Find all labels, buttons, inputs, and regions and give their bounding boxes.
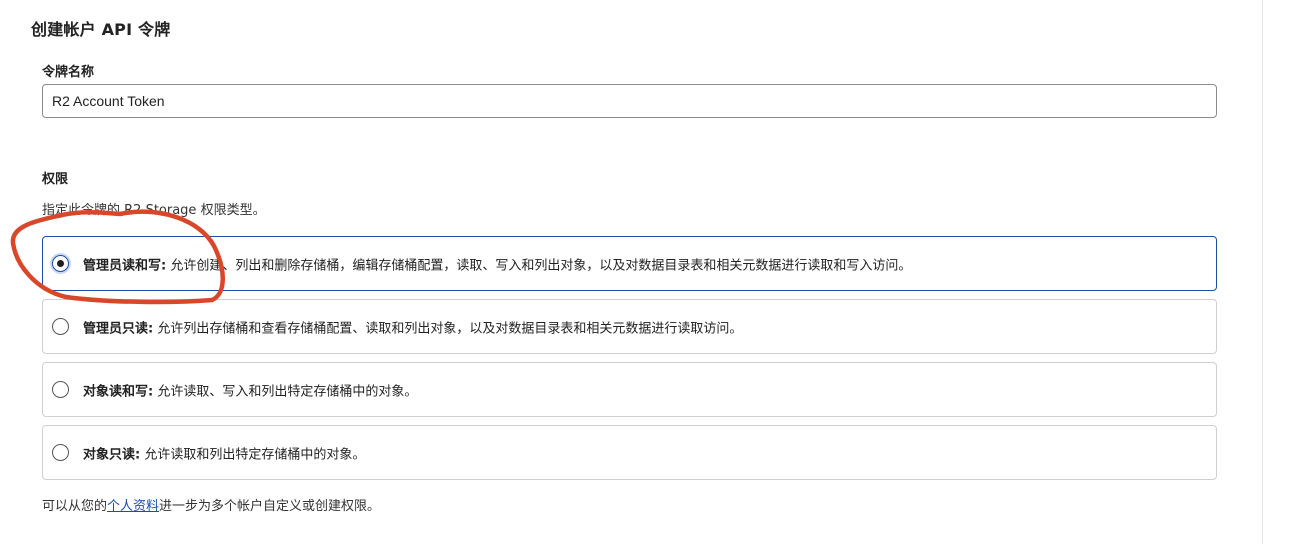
option-text: 对象读和写: 允许读取、写入和列出特定存储桶中的对象。: [83, 380, 417, 399]
option-text: 对象只读: 允许读取和列出特定存储桶中的对象。: [83, 443, 365, 462]
footer-note: 可以从您的个人资料进一步为多个帐户自定义或创建权限。: [42, 495, 380, 514]
permission-option-admin-read-only[interactable]: 管理员只读: 允许列出存储桶和查看存储桶配置、读取和列出对象，以及对数据目录表和…: [42, 299, 1217, 354]
option-description: 允许读取和列出特定存储桶中的对象。: [140, 447, 366, 462]
radio-dot: [57, 259, 64, 267]
option-text: 管理员只读: 允许列出存储桶和查看存储桶配置、读取和列出对象，以及对数据目录表和…: [83, 317, 742, 336]
page-title: 创建帐户 API 令牌: [31, 20, 171, 39]
permissions-description: 指定此令牌的 R2 Storage 权限类型。: [42, 203, 266, 218]
option-text: 管理员读和写: 允许创建、列出和删除存储桶，编辑存储桶配置，读取、写入和列出对象…: [83, 254, 911, 273]
option-description: 允许列出存储桶和查看存储桶配置、读取和列出对象，以及对数据目录表和相关元数据进行…: [153, 321, 743, 336]
permission-option-object-read-only[interactable]: 对象只读: 允许读取和列出特定存储桶中的对象。: [42, 425, 1217, 480]
option-description: 允许读取、写入和列出特定存储桶中的对象。: [153, 384, 418, 399]
radio-button[interactable]: [52, 380, 69, 398]
option-name: 管理员只读:: [83, 321, 154, 336]
permission-option-object-read-write[interactable]: 对象读和写: 允许读取、写入和列出特定存储桶中的对象。: [42, 362, 1217, 417]
option-name: 对象只读:: [83, 447, 141, 462]
option-description: 允许创建、列出和删除存储桶，编辑存储桶配置，读取、写入和列出对象，以及对数据目录…: [166, 258, 912, 273]
radio-button[interactable]: [52, 317, 69, 335]
option-name: 对象读和写:: [83, 384, 154, 399]
token-name-input[interactable]: [42, 84, 1217, 118]
footer-prefix: 可以从您的: [42, 499, 108, 514]
page: 创建帐户 API 令牌 令牌名称 权限 指定此令牌的 R2 Storage 权限…: [0, 0, 1307, 544]
permissions-heading: 权限: [42, 172, 69, 187]
profile-link[interactable]: 个人资料: [107, 499, 159, 514]
radio-button[interactable]: [52, 443, 69, 461]
token-name-label: 令牌名称: [42, 65, 95, 80]
permission-option-admin-read-write[interactable]: 管理员读和写: 允许创建、列出和删除存储桶，编辑存储桶配置，读取、写入和列出对象…: [42, 236, 1217, 291]
option-name: 管理员读和写:: [83, 258, 167, 273]
right-divider: [1262, 0, 1263, 544]
radio-button-selected[interactable]: [52, 254, 69, 272]
footer-suffix: 进一步为多个帐户自定义或创建权限。: [159, 499, 381, 514]
